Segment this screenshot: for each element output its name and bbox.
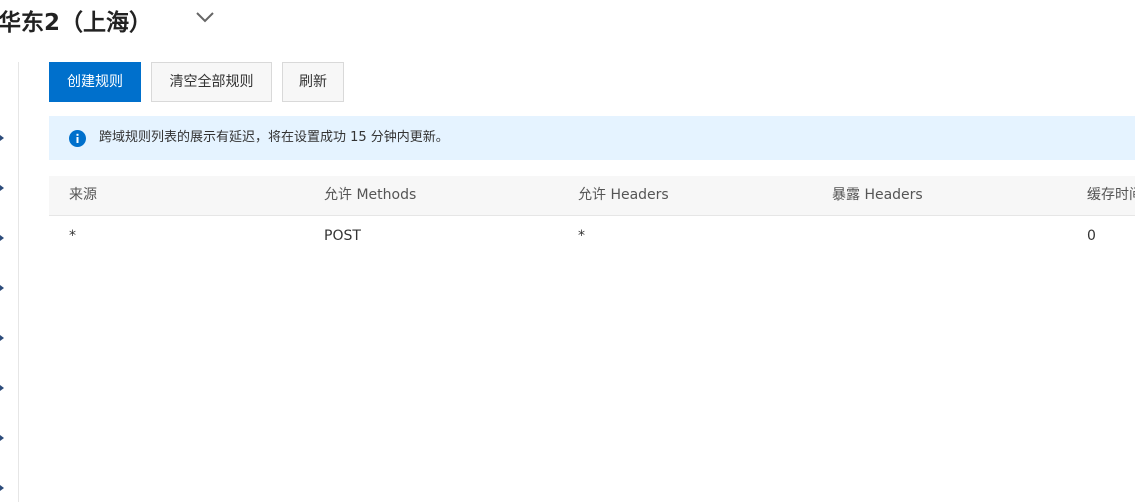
info-icon: [69, 130, 86, 147]
caret-right-icon[interactable]: [0, 435, 4, 441]
cell-cache-time: 0: [1087, 228, 1096, 244]
caret-right-icon[interactable]: [0, 385, 4, 391]
region-title: 华东2（上海）: [0, 10, 153, 36]
chevron-down-icon[interactable]: [193, 8, 217, 28]
caret-right-icon[interactable]: [0, 485, 4, 491]
table-header: 来源 允许 Methods 允许 Headers 暴露 Headers 缓存时间: [49, 176, 1135, 216]
column-header-allowed-headers: 允许 Headers: [578, 187, 669, 203]
table-row: * POST * 0: [49, 216, 1135, 256]
refresh-button[interactable]: 刷新: [282, 62, 344, 102]
cell-origin: *: [69, 228, 76, 244]
column-header-cache-time: 缓存时间: [1087, 187, 1135, 203]
cell-allowed-methods: POST: [324, 228, 361, 244]
caret-right-icon[interactable]: [0, 335, 4, 341]
column-header-expose-headers: 暴露 Headers: [832, 187, 923, 203]
column-header-allowed-methods: 允许 Methods: [324, 187, 417, 203]
caret-right-icon[interactable]: [0, 235, 4, 241]
clear-all-rules-button[interactable]: 清空全部规则: [151, 62, 272, 102]
caret-right-icon[interactable]: [0, 135, 4, 141]
column-header-origin: 来源: [69, 187, 97, 203]
create-rule-button[interactable]: 创建规则: [49, 62, 141, 102]
caret-right-icon[interactable]: [0, 185, 4, 191]
info-notice: 跨域规则列表的展示有延迟，将在设置成功 15 分钟内更新。: [49, 116, 1135, 160]
notice-text: 跨域规则列表的展示有延迟，将在设置成功 15 分钟内更新。: [99, 130, 449, 145]
caret-right-icon[interactable]: [0, 285, 4, 291]
cell-allowed-headers: *: [578, 228, 585, 244]
cors-rules-table: 来源 允许 Methods 允许 Headers 暴露 Headers 缓存时间…: [49, 176, 1135, 256]
sidebar-divider: [18, 62, 19, 502]
